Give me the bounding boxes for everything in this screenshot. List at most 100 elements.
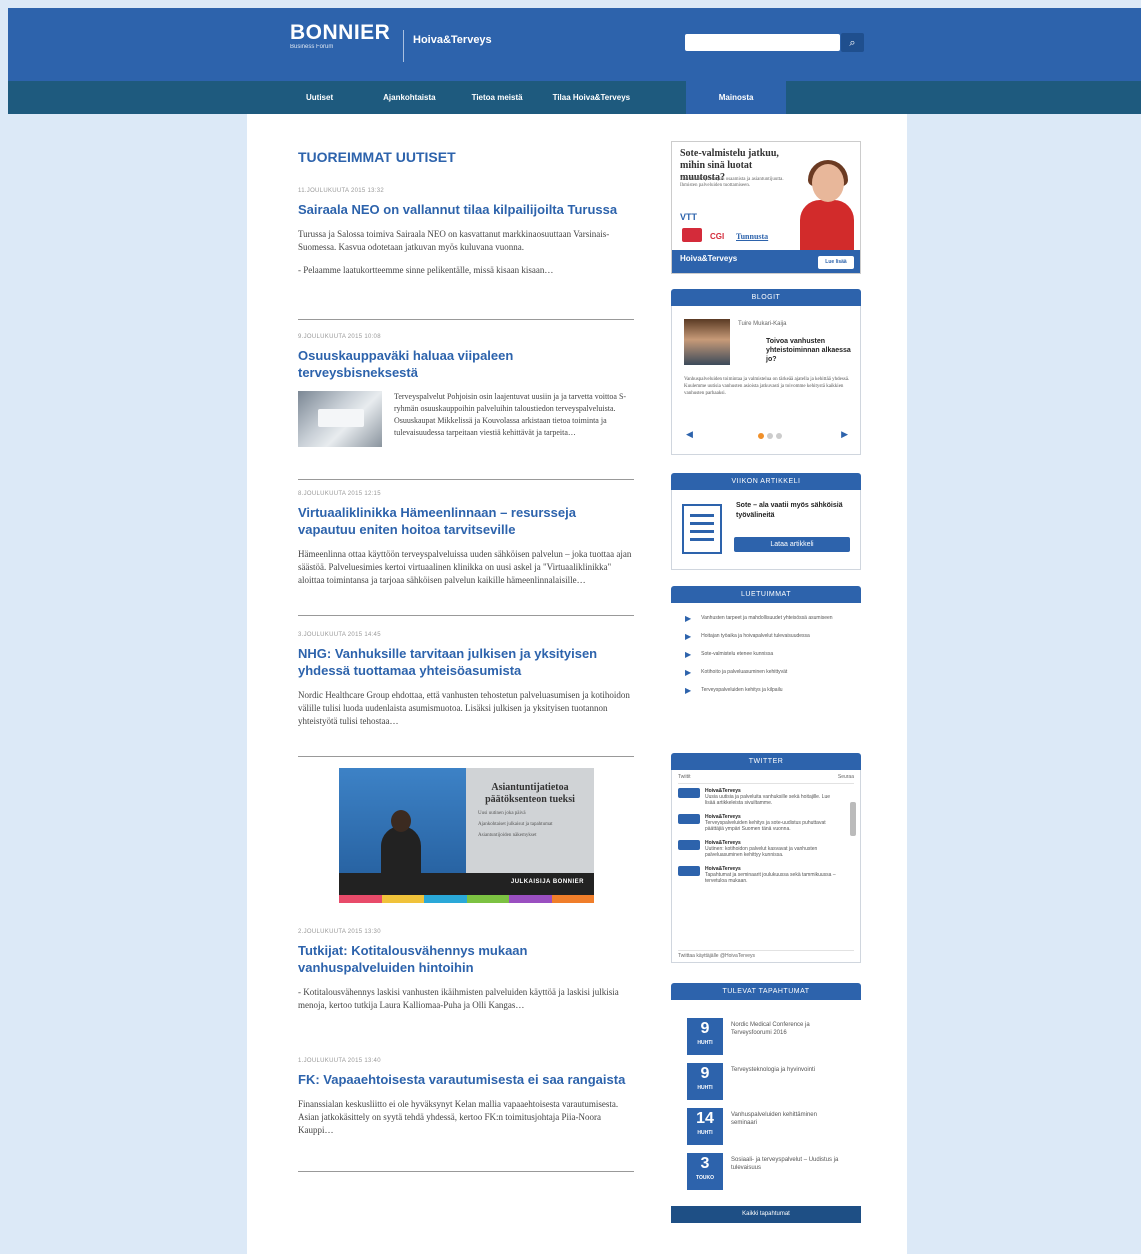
event-item[interactable]: 9 HUHTI Nordic Medical Conference ja Terv… [687,1018,861,1061]
carousel-dot[interactable] [758,433,764,439]
article-excerpt: Nordic Healthcare Group ehdottaa, että v… [298,690,630,726]
blog-excerpt: Vanhuspalveluiden toimintaa ja valmistel… [684,377,850,396]
promo-bullet: Asiantuntijoiden näkemykset [478,833,537,838]
article-title[interactable]: NHG: Vanhuksille tarvitaan julkisen ja y… [298,645,634,679]
article-separator [298,1171,634,1172]
prev-arrow-icon[interactable]: ◀ [686,430,693,440]
all-events-button[interactable]: Kaikki tapahtumat [671,1206,861,1223]
tweet-compose-link[interactable]: Twiittaa käyttäjälle @HoivaTerveys [678,950,854,959]
most-read-item[interactable]: ▶ Sote-valmistelu etenee kunnissa [685,651,851,659]
article-excerpt-p2: - Pelaamme laatukortteemme sinne peliken… [298,265,554,275]
carousel-dots [758,433,782,439]
article-date: 2.JOULUKUUTA 2015 13:30 [298,929,381,935]
event-month: HUHTI [697,1085,713,1091]
tweet[interactable]: Hoiva&Terveys Uutinen: kotihoidon palvelu… [678,840,838,858]
sidebar-ad-band: Hoiva&Terveys Lue lisää [672,250,860,273]
article-title[interactable]: Osuuskauppaväki haluaa viipaleen terveys… [298,347,634,381]
bonnier-logo[interactable]: BONNIER Business Forum [290,22,390,51]
event-day: 3 [700,1155,710,1172]
featured-header: VIIKON ARTIKKELI [671,473,861,490]
promo-text-panel: Asiantuntijatietoa päätöksenteon tueksi … [466,768,594,873]
article-date: 11.JOULUKUUTA 2015 13:32 [298,188,385,194]
nav-item-tilaa[interactable]: Tilaa Hoiva&Terveys [539,81,645,114]
arrow-right-icon: ▶ [685,668,692,677]
event-item[interactable]: 9 HUHTI Terveysteknologia ja hyvinvointi [687,1063,861,1106]
blogger-avatar[interactable] [684,319,730,365]
sidebar-ad[interactable]: Sote-valmistelu jatkuu, mihin sinä luota… [671,141,861,274]
event-title: Vanhuspalveluiden kehittäminen seminaari [731,1112,817,1126]
blog-author: Tuire Mukari-Kaija [738,321,787,327]
tweet[interactable]: Hoiva&Terveys Terveyspalveluiden kehitys … [678,814,838,832]
nav-item-tietoa[interactable]: Tietoa meistä [458,81,537,114]
nav-item-mainosta[interactable]: Mainosta [686,81,787,114]
search-input[interactable] [685,34,840,51]
promo-color-segment [509,895,552,903]
most-read-item[interactable]: ▶ Terveyspalveluiden kehitys ja kilpailu [685,687,851,695]
most-read-label: Kotihoito ja palveluasuminen kehittyvät [701,669,788,675]
tweet[interactable]: Hoiva&Terveys Uusia uutisia ja palveluita… [678,788,838,806]
document-icon [682,504,722,554]
event-title: Nordic Medical Conference ja Terveysfoor… [731,1022,810,1036]
vtt-logo: VTT [680,212,697,222]
search-button[interactable]: ⌕ [841,33,864,52]
event-date-badge: 9 HUHTI [687,1018,723,1055]
brand-logo[interactable]: Hoiva&Terveys [413,34,492,46]
article-thumbnail[interactable] [298,391,382,447]
event-date-badge: 14 HUHTI [687,1108,723,1145]
featured-title[interactable]: Sote – ala vaatii myös sähköisiä työväli… [736,501,854,521]
tweet[interactable]: Hoiva&Terveys Tapahtumat ja seminaarit jo… [678,866,838,884]
article-title[interactable]: Tutkijat: Kotitalousvähennys mukaan vanh… [298,942,634,976]
promo-color-segment [424,895,467,903]
sidebar-ad-brand: Hoiva&Terveys [680,254,738,263]
next-arrow-icon[interactable]: ▶ [841,430,848,440]
article-date: 9.JOULUKUUTA 2015 10:08 [298,334,381,340]
arrow-right-icon: ▶ [685,614,692,623]
arrow-right-icon: ▶ [685,686,692,695]
article-title[interactable]: Virtuaaliklinikka Hämeenlinnaan – resurs… [298,504,634,538]
article-excerpt: - Kotitalousvähennys laskisi vanhusten i… [298,987,619,1010]
sidebar-ad-person [800,160,854,256]
event-day: 9 [700,1065,710,1082]
event-month: HUHTI [697,1040,713,1046]
most-read-item[interactable]: ▶ Kotihoito ja palveluasuminen kehittyvät [685,669,851,677]
sidebar-ad-cta[interactable]: Lue lisää [818,256,854,269]
article-title[interactable]: FK: Vapaaehtoisesta varautumisesta ei sa… [298,1071,634,1088]
follow-button[interactable]: Seuraa [838,774,854,780]
article-excerpt: Turussa ja Salossa toimiva Sairaala NEO … [298,228,634,277]
carousel-dot[interactable] [776,433,782,439]
event-item[interactable]: 3 TOUKO Sosiaali- ja terveyspalvelut – Uu… [687,1153,861,1196]
event-date-badge: 3 TOUKO [687,1153,723,1190]
events-header: TULEVAT TAPAHTUMAT [671,983,861,1000]
promo-banner[interactable]: Asiantuntijatietoa päätöksenteon tueksi … [339,768,594,903]
events-widget: TULEVAT TAPAHTUMAT 9 HUHTI Nordic Medical… [671,983,861,1198]
carousel-dot[interactable] [767,433,773,439]
event-month: TOUKO [696,1175,714,1181]
blog-title[interactable]: Toivoa vanhusten yhteistoiminnan alkaess… [766,337,854,364]
promo-image [339,768,466,888]
download-article-button[interactable]: Lataa artikkeli [734,537,850,552]
most-read-item[interactable]: ▶ Vanhusten tarpeet ja mahdollisuudet yht… [685,615,851,623]
twitter-timeline[interactable]: Twiitit Seuraa Hoiva&Terveys Uusia uutisi… [671,770,861,963]
arrow-right-icon: ▶ [685,632,692,641]
most-read-item[interactable]: ▶ Hoitajan työaika ja hoivapalvelut tulev… [685,633,851,641]
nav-item-ajankohtaista[interactable]: Ajankohtaista [369,81,449,114]
article-date: 3.JOULUKUUTA 2015 14:45 [298,632,381,638]
blog-widget: BLOGIT Tuire Mukari-Kaija Toivoa vanhust… [671,289,861,455]
article-title[interactable]: Sairaala NEO on vallannut tilaa kilpaili… [298,201,634,218]
most-read-label: Terveyspalveluiden kehitys ja kilpailu [701,687,783,693]
tweet-text: Tapahtumat ja seminaarit joulukuussa sek… [705,872,836,884]
article-item: 8.JOULUKUUTA 2015 12:15 Virtuaaliklinikk… [298,491,634,587]
most-read-header: LUETUIMMAT [671,586,861,603]
article-excerpt: Hämeenlinna ottaa käyttöön terveyspalvel… [298,549,632,585]
article-item: 2.JOULUKUUTA 2015 13:30 Tutkijat: Kotita… [298,929,634,1012]
article-excerpt: Terveyspalvelut Pohjoisin osin laajentuv… [394,392,627,437]
most-read-label: Vanhusten tarpeet ja mahdollisuudet yhte… [701,615,833,621]
promo-bullet: Uusi uutinen joka päivä [478,811,526,816]
event-item[interactable]: 14 HUHTI Vanhuspalveluiden kehittäminen s… [687,1108,861,1151]
tweet-avatar [678,866,700,876]
article-excerpt: Finanssialan keskusliitto ei ole hyväksy… [298,1099,619,1135]
article-media: Terveyspalvelut Pohjoisin osin laajentuv… [298,391,634,447]
twitter-scrollbar[interactable] [850,802,856,836]
nav-item-uutiset[interactable]: Uutiset [292,81,347,114]
promo-color-segment [466,895,509,903]
